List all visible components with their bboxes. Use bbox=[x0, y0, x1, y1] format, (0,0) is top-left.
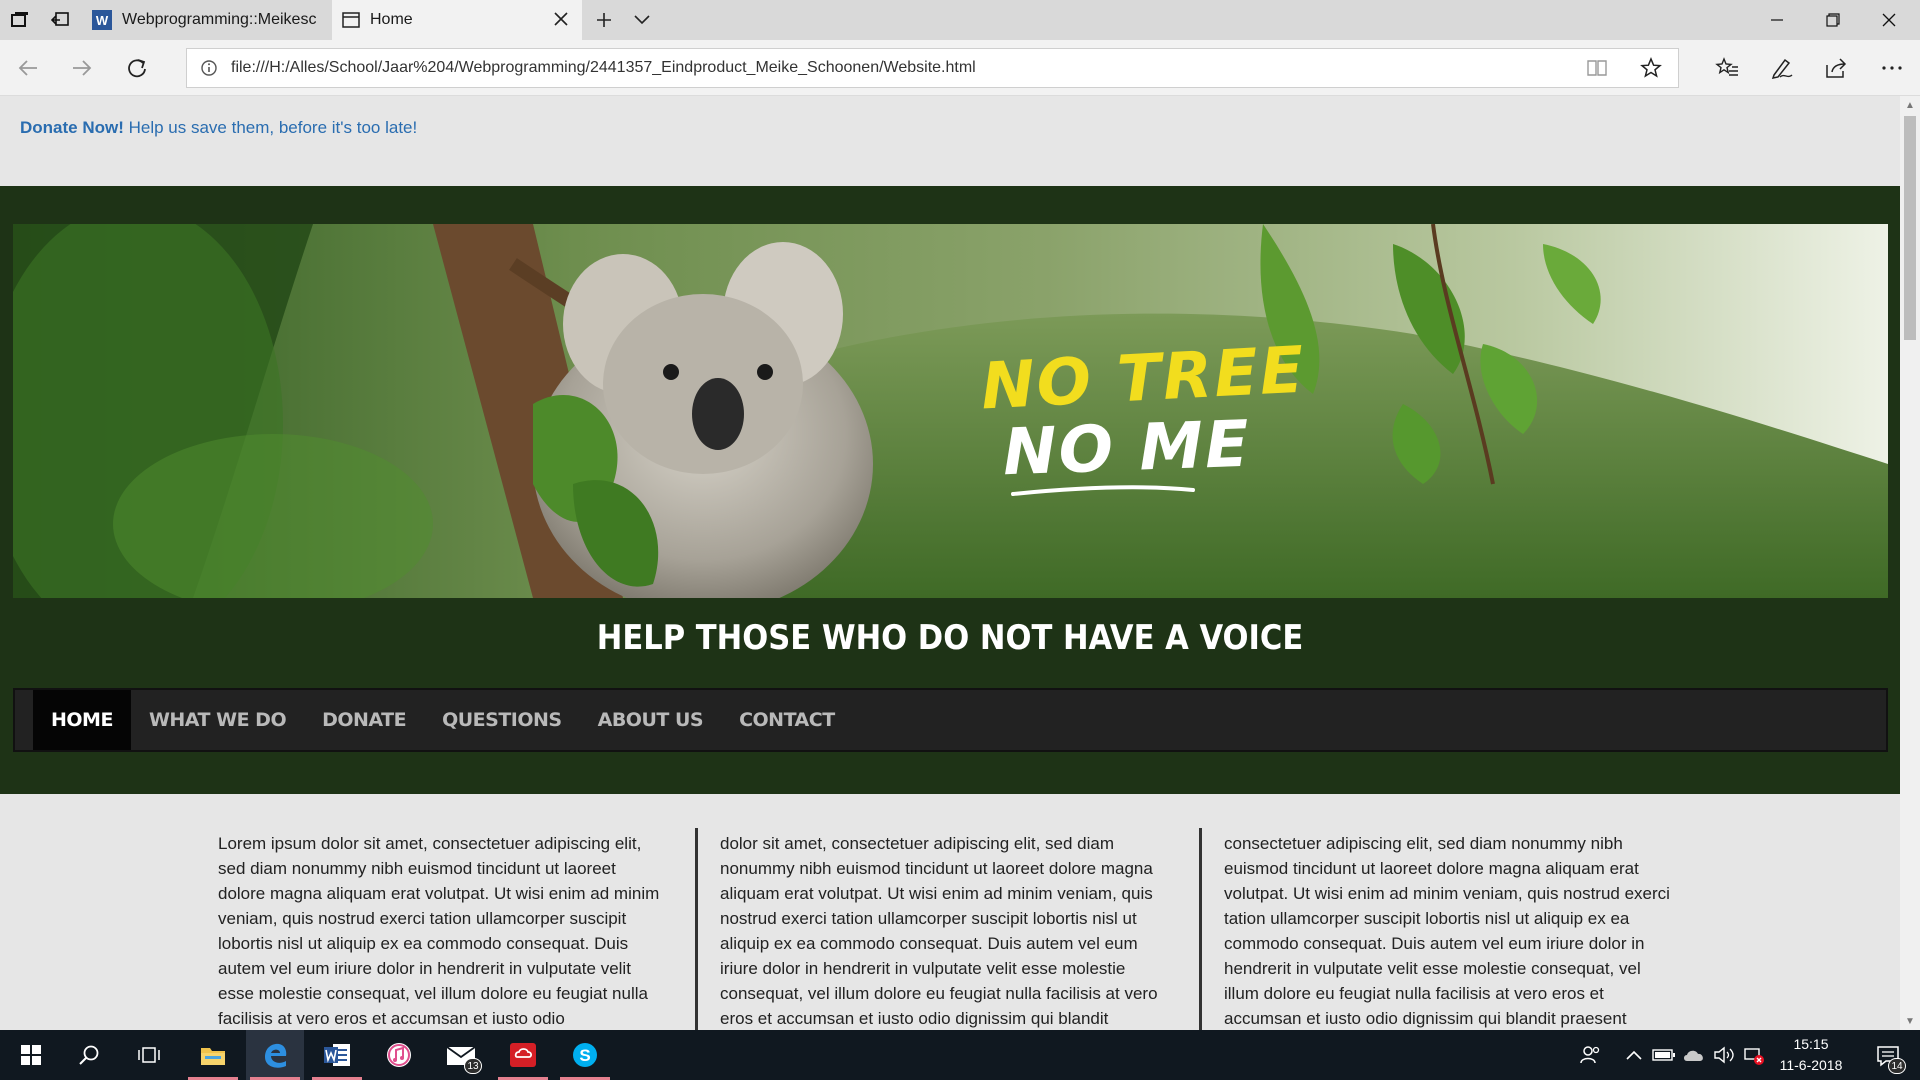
close-window-icon[interactable] bbox=[1862, 0, 1916, 40]
close-tab-icon[interactable] bbox=[552, 10, 570, 33]
tab-home[interactable]: Home bbox=[332, 0, 582, 40]
battery-icon[interactable] bbox=[1652, 1045, 1676, 1065]
column-divider bbox=[1199, 828, 1202, 1030]
koala-photo bbox=[13, 224, 1888, 598]
content-columns: Lorem ipsum dolor sit amet, consectetuer… bbox=[0, 794, 1900, 1030]
column-3-text: consectetuer adipiscing elit, sed diam n… bbox=[1224, 834, 1670, 1028]
share-icon[interactable] bbox=[1816, 48, 1856, 88]
favorites-hub-icon[interactable] bbox=[1707, 48, 1747, 88]
pen-notes-icon[interactable] bbox=[1762, 48, 1802, 88]
minimize-icon[interactable] bbox=[1750, 0, 1804, 40]
skype-icon[interactable]: S bbox=[556, 1030, 614, 1080]
page-icon bbox=[342, 12, 360, 28]
scroll-up-icon[interactable]: ▲ bbox=[1900, 96, 1920, 114]
clock-time: 15:15 bbox=[1793, 1036, 1829, 1052]
address-url[interactable]: file:///H:/Alles/School/Jaar%204/Webprog… bbox=[231, 59, 1570, 77]
onedrive-cloud-icon[interactable] bbox=[1682, 1045, 1706, 1065]
mail-icon[interactable]: 13 bbox=[432, 1030, 490, 1080]
new-tab-icon[interactable] bbox=[584, 0, 624, 40]
forward-arrow-icon[interactable] bbox=[62, 48, 102, 88]
address-bar[interactable]: file:///H:/Alles/School/Jaar%204/Webprog… bbox=[186, 48, 1679, 88]
search-icon[interactable] bbox=[60, 1030, 118, 1080]
tab-label: Webprogramming::Meikesc bbox=[122, 11, 317, 28]
tab-label: Home bbox=[370, 11, 413, 28]
restore-icon[interactable] bbox=[1806, 0, 1860, 40]
info-icon[interactable] bbox=[187, 59, 231, 77]
start-windows-icon[interactable] bbox=[2, 1030, 60, 1080]
tab-manager-icon[interactable] bbox=[0, 0, 40, 40]
windows-taskbar: 13 S 15:15 11-6-2018 14 bbox=[0, 1030, 1920, 1080]
page-tagline: HELP THOSE WHO DO NOT HAVE A VOICE bbox=[596, 618, 1304, 658]
column-divider bbox=[695, 828, 698, 1030]
tab-preview-chevron-icon[interactable] bbox=[622, 0, 662, 40]
creative-cloud-icon[interactable] bbox=[494, 1030, 552, 1080]
main-navigation: HOME WHAT WE DO DONATE QUESTIONS ABOUT U… bbox=[13, 688, 1888, 752]
word-taskbar-icon[interactable] bbox=[308, 1030, 366, 1080]
browser-tab-bar: W Webprogramming::Meikesc Home bbox=[0, 0, 1920, 40]
nav-about-us[interactable]: ABOUT US bbox=[580, 690, 721, 750]
nav-contact[interactable]: CONTACT bbox=[721, 690, 853, 750]
more-options-icon[interactable] bbox=[1872, 48, 1912, 88]
hero-banner-image: NO TREE NO ME bbox=[13, 224, 1888, 598]
itunes-icon[interactable] bbox=[370, 1030, 428, 1080]
word-icon: W bbox=[92, 10, 112, 30]
refresh-icon[interactable] bbox=[117, 48, 157, 88]
tab-word-document[interactable]: W Webprogramming::Meikesc bbox=[82, 0, 332, 40]
system-clock[interactable]: 15:15 11-6-2018 bbox=[1766, 1034, 1856, 1076]
column-1-text: Lorem ipsum dolor sit amet, consectetuer… bbox=[218, 834, 660, 1028]
browser-toolbar: file:///H:/Alles/School/Jaar%204/Webprog… bbox=[0, 40, 1920, 96]
vertical-scrollbar[interactable]: ▲ ▼ bbox=[1900, 96, 1920, 1030]
svg-text:S: S bbox=[579, 1046, 590, 1065]
notification-badge: 14 bbox=[1888, 1058, 1906, 1074]
scrollbar-thumb[interactable] bbox=[1904, 116, 1916, 340]
volume-icon[interactable] bbox=[1712, 1045, 1736, 1065]
mail-badge: 13 bbox=[464, 1058, 482, 1074]
network-warning-icon[interactable] bbox=[1742, 1045, 1766, 1065]
nav-what-we-do[interactable]: WHAT WE DO bbox=[131, 690, 304, 750]
people-icon[interactable] bbox=[1578, 1045, 1602, 1065]
scroll-down-icon[interactable]: ▼ bbox=[1900, 1012, 1920, 1030]
site-header: NO TREE NO ME HELP THOSE WHO DO NOT HAVE… bbox=[0, 186, 1900, 794]
nav-questions[interactable]: QUESTIONS bbox=[424, 690, 580, 750]
nav-donate[interactable]: DONATE bbox=[304, 690, 424, 750]
reading-view-icon[interactable] bbox=[1570, 59, 1624, 77]
set-aside-tabs-icon[interactable] bbox=[40, 0, 80, 40]
edge-browser-icon[interactable] bbox=[246, 1030, 304, 1080]
nav-home[interactable]: HOME bbox=[33, 690, 131, 750]
action-center-icon[interactable]: 14 bbox=[1868, 1036, 1908, 1076]
clock-date: 11-6-2018 bbox=[1779, 1057, 1843, 1073]
favorite-star-icon[interactable] bbox=[1624, 57, 1678, 79]
donate-now-link[interactable]: Donate Now! Help us save them, before it… bbox=[20, 118, 417, 137]
show-hidden-icons-chevron-icon[interactable] bbox=[1622, 1045, 1646, 1065]
page-viewport: Donate Now! Help us save them, before it… bbox=[0, 96, 1900, 1030]
donate-banner: Donate Now! Help us save them, before it… bbox=[0, 96, 1900, 186]
task-view-icon[interactable] bbox=[120, 1030, 178, 1080]
column-2-text: dolor sit amet, consectetuer adipiscing … bbox=[720, 834, 1158, 1028]
file-explorer-icon[interactable] bbox=[184, 1030, 242, 1080]
logo-line-2: NO ME bbox=[1001, 407, 1252, 491]
back-arrow-icon[interactable] bbox=[8, 48, 48, 88]
